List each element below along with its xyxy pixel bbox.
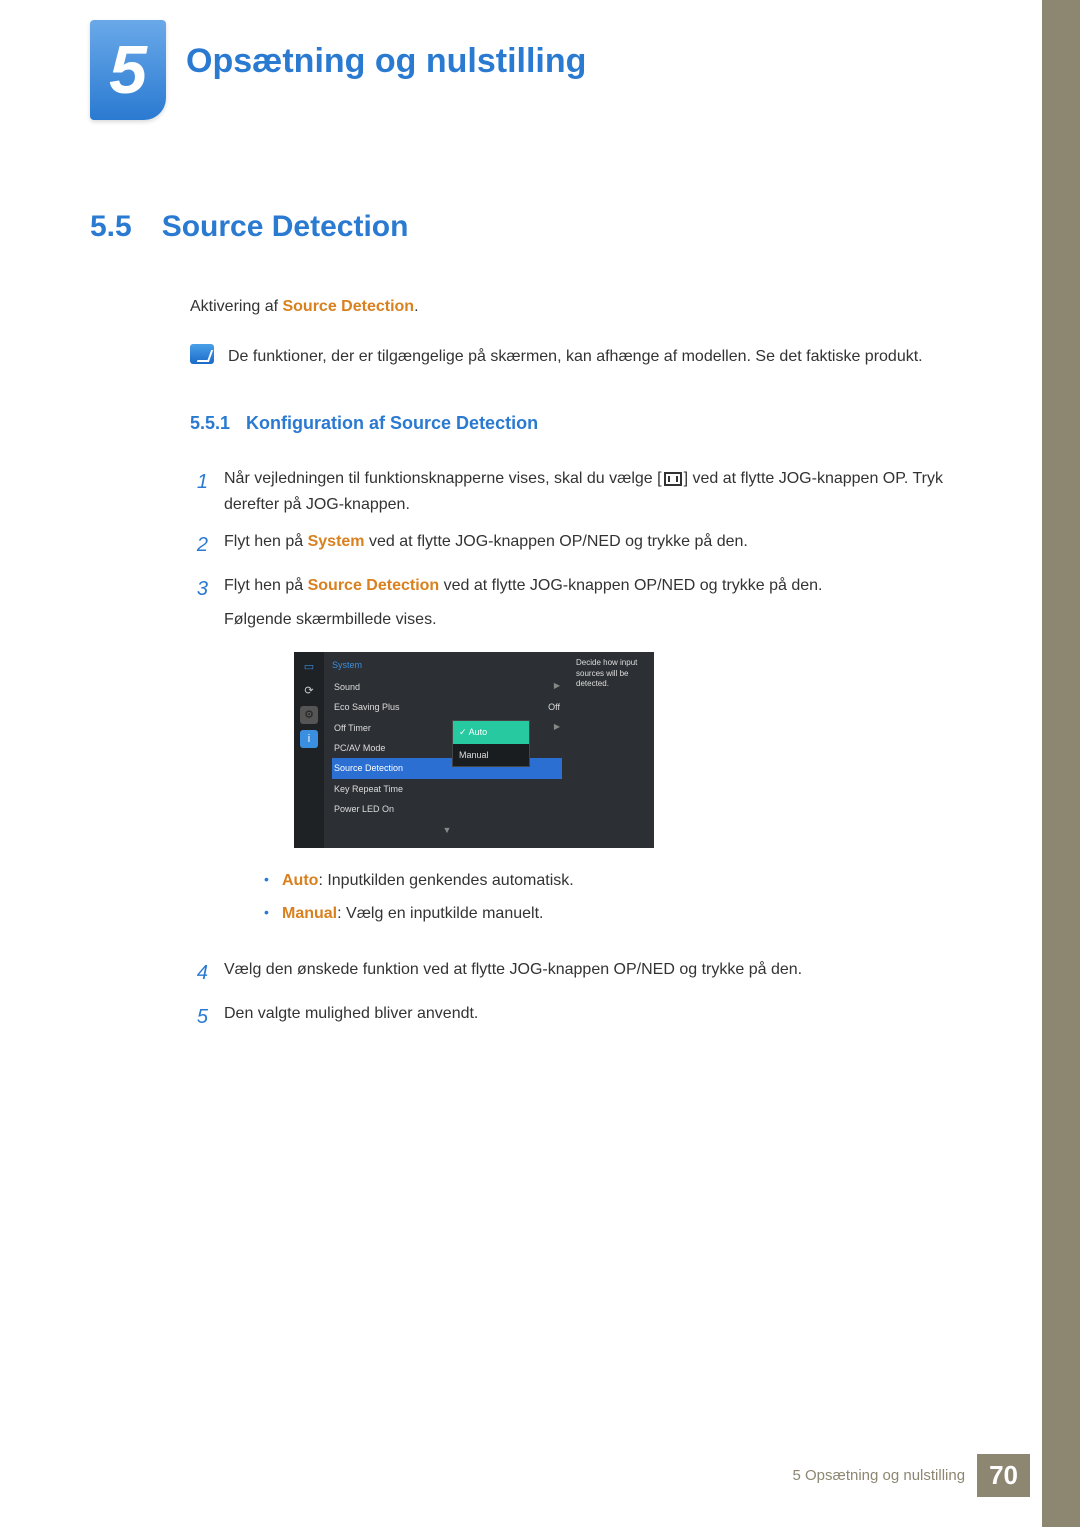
chapter-number-tab: 5 (90, 20, 166, 120)
step-3: 3 Flyt hen på Source Detection ved at fl… (190, 573, 990, 945)
osd-option: Auto (469, 727, 488, 737)
intro-text: Aktivering af Source Detection. (190, 294, 990, 320)
osd-popup: ✓ Auto Manual (452, 720, 530, 767)
section-number: 5.5 (90, 210, 132, 244)
osd-row: Key Repeat Time (332, 779, 562, 799)
step3-c: Følgende skærmbillede vises. (224, 607, 990, 633)
note-icon (190, 344, 214, 364)
footer-text: 5 Opsætning og nulstilling (792, 1467, 965, 1484)
chevron-right-icon: ▶ (554, 680, 560, 694)
bullet-term: Manual (282, 905, 337, 922)
monitor-icon: ▭ (300, 658, 318, 676)
osd-sidebar: ▭ ⟳ ⚙ i (294, 652, 324, 848)
step4-text: Vælg den ønskede funktion ved at flytte … (224, 957, 990, 983)
step-2: 2 Flyt hen på System ved at flytte JOG-k… (190, 529, 990, 561)
section-heading: 5.5 Source Detection (90, 210, 990, 244)
step3-term: Source Detection (308, 577, 440, 594)
step-number: 3 (190, 573, 208, 605)
osd-row: Power LED On (332, 799, 562, 819)
bullet-manual: Manual: Vælg en inputkilde manuelt. (264, 901, 990, 927)
osd-screenshot: ▭ ⟳ ⚙ i System Sound ▶ Eco Saving Plus Off… (294, 652, 654, 848)
step2-a: Flyt hen på (224, 533, 308, 550)
osd-main: System Sound ▶ Eco Saving Plus Off Off Tim… (324, 652, 570, 848)
step3-a: Flyt hen på (224, 577, 308, 594)
chapter-header: 5 Opsætning og nulstilling (90, 20, 990, 120)
check-icon: ✓ (459, 727, 467, 737)
step2-term: System (308, 533, 365, 550)
menu-icon (664, 472, 682, 486)
subsection-number: 5.5.1 (190, 409, 230, 438)
step2-b: ved at flytte JOG-knappen OP/NED og tryk… (365, 533, 748, 550)
osd-title: System (332, 658, 562, 672)
subsection-heading: 5.5.1 Konfiguration af Source Detection (190, 409, 990, 438)
bullet-text: : Inputkilden genkendes automatisk. (318, 872, 573, 889)
osd-row: Sound ▶ (332, 677, 562, 697)
step3-b: ved at flytte JOG-knappen OP/NED og tryk… (439, 577, 822, 594)
osd-value: Off (548, 700, 560, 714)
step-5: 5 Den valgte mulighed bliver anvendt. (190, 1001, 990, 1033)
osd-label: Source Detection (334, 761, 403, 775)
side-stripe (1042, 0, 1080, 1527)
arrows-icon: ⟳ (300, 682, 318, 700)
osd-label: Key Repeat Time (334, 782, 403, 796)
intro-prefix: Aktivering af (190, 298, 282, 315)
chapter-title: Opsætning og nulstilling (186, 42, 586, 81)
page-content: 5 Opsætning og nulstilling 5.5 Source De… (0, 0, 1080, 1033)
osd-label: Off Timer (334, 721, 371, 735)
chevron-right-icon: ▶ (554, 721, 560, 735)
footer-page-number: 70 (977, 1454, 1030, 1497)
page-footer: 5 Opsætning og nulstilling 70 (792, 1454, 1030, 1497)
osd-label: Power LED On (334, 802, 394, 816)
info-icon: i (300, 730, 318, 748)
chevron-down-icon: ▼ (332, 823, 562, 837)
bullet-auto: Auto: Inputkilden genkendes automatisk. (264, 868, 990, 894)
step5-text: Den valgte mulighed bliver anvendt. (224, 1001, 990, 1027)
step-number: 1 (190, 466, 208, 498)
step-number: 2 (190, 529, 208, 561)
step-number: 5 (190, 1001, 208, 1033)
step-4: 4 Vælg den ønskede funktion ved at flytt… (190, 957, 990, 989)
step-1: 1 Når vejledningen til funktionsknappern… (190, 466, 990, 517)
osd-popup-option: Manual (453, 744, 529, 766)
note-row: De funktioner, der er tilgængelige på sk… (190, 344, 990, 370)
step-number: 4 (190, 957, 208, 989)
osd-description: Decide how input sources will be detecte… (570, 652, 654, 848)
steps-list: 1 Når vejledningen til funktionsknappern… (190, 466, 990, 1033)
osd-popup-selected: ✓ Auto (453, 721, 529, 743)
osd-label: Sound (334, 680, 360, 694)
option-bullets: Auto: Inputkilden genkendes automatisk. … (264, 868, 990, 927)
osd-row: Eco Saving Plus Off (332, 697, 562, 717)
step1-a: Når vejledningen til funktionsknapperne … (224, 470, 662, 487)
osd-label: Eco Saving Plus (334, 700, 400, 714)
note-text: De funktioner, der er tilgængelige på sk… (228, 344, 923, 370)
osd-label: PC/AV Mode (334, 741, 385, 755)
gear-icon: ⚙ (300, 706, 318, 724)
section-title: Source Detection (162, 210, 409, 244)
intro-suffix: . (414, 298, 418, 315)
bullet-text: : Vælg en inputkilde manuelt. (337, 905, 543, 922)
intro-term: Source Detection (282, 298, 414, 315)
bullet-term: Auto (282, 872, 318, 889)
subsection-title: Konfiguration af Source Detection (246, 409, 538, 438)
